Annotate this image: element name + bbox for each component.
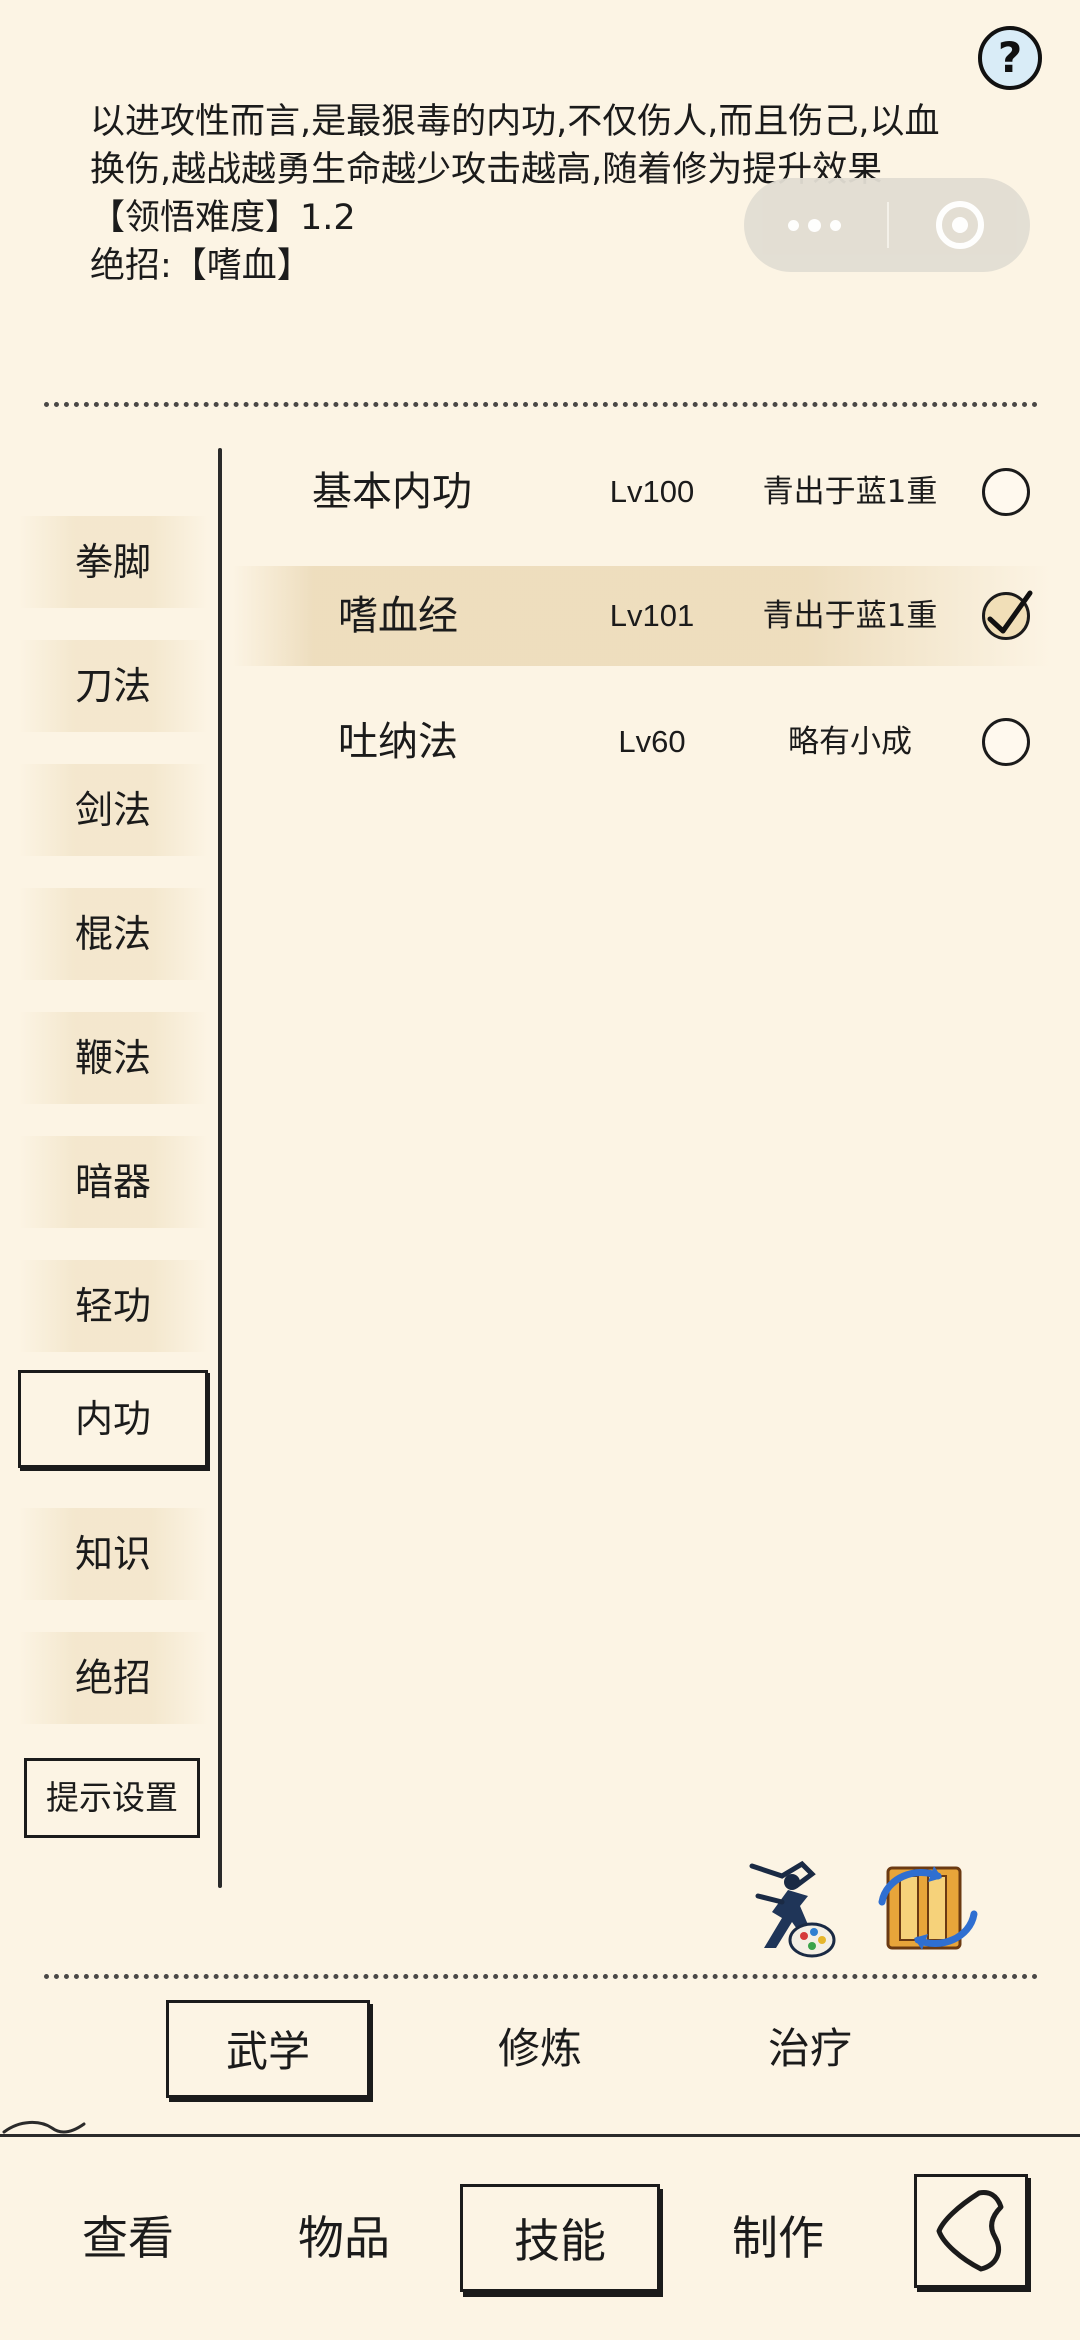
category-bianfa[interactable]: 鞭法 (18, 1012, 208, 1104)
scroll-swap-icon[interactable] (876, 1858, 980, 1958)
skill-name: 吐纳法 (338, 719, 458, 765)
ring-core (952, 217, 968, 233)
sidebar-separator (218, 448, 222, 1888)
mini-program-capsule (744, 178, 1030, 272)
martial-artist-icon[interactable] (742, 1856, 842, 1960)
top-divider (44, 402, 1038, 407)
subtab-zhiliao[interactable]: 治疗 (708, 2000, 912, 2098)
capsule-divider (887, 202, 889, 248)
ultimate-value: 【嗜血】 (171, 246, 312, 286)
subtab-xiulian[interactable]: 修炼 (438, 2000, 642, 2098)
more-dots-icon[interactable] (744, 178, 886, 272)
cloud-ornament (2, 2121, 86, 2134)
tip-settings-button[interactable]: 提示设置 (24, 1758, 200, 1838)
dot (788, 220, 799, 231)
bottom-nav-divider (0, 2134, 1080, 2137)
skill-level: Lv101 (609, 598, 695, 633)
category-jianfa[interactable]: 剑法 (18, 764, 208, 856)
close-target-icon[interactable] (890, 178, 1030, 272)
bottom-divider (44, 1974, 1038, 1979)
difficulty-label: 【领悟难度】 (90, 198, 301, 238)
category-anqi[interactable]: 暗器 (18, 1136, 208, 1228)
category-daofa[interactable]: 刀法 (18, 640, 208, 732)
category-zhishi[interactable]: 知识 (18, 1508, 208, 1600)
skill-rank: 略有小成 (788, 724, 912, 760)
nav-zhizuo[interactable]: 制作 (678, 2184, 878, 2292)
skill-name: 基本内功 (312, 469, 472, 515)
skill-row[interactable]: 吐纳法 Lv60 略有小成 (232, 692, 1052, 792)
dot (808, 219, 821, 232)
category-quanjiao[interactable]: 拳脚 (18, 516, 208, 608)
skill-rank: 青出于蓝1重 (762, 474, 938, 510)
skill-rank: 青出于蓝1重 (762, 598, 938, 634)
subtab-wuxue[interactable]: 武学 (166, 2000, 370, 2098)
nav-wupin[interactable]: 物品 (244, 2184, 444, 2292)
back-arrow-icon[interactable] (914, 2174, 1028, 2288)
nav-jineng[interactable]: 技能 (460, 2184, 660, 2292)
category-gunfa[interactable]: 棍法 (18, 888, 208, 980)
category-sidebar: 拳脚 刀法 剑法 棍法 鞭法 暗器 轻功 内功 知识 绝招 提示设置 (18, 500, 208, 1860)
category-juezhao[interactable]: 绝招 (18, 1632, 208, 1724)
description-line-1: 以进攻性而言,是最狠毒的内功,不仅伤人,而且伤己,以血 (90, 102, 940, 142)
skill-row[interactable]: 基本内功 Lv100 青出于蓝1重 (232, 442, 1052, 542)
select-radio[interactable] (982, 468, 1030, 516)
check-icon (987, 590, 1033, 634)
category-qinggong[interactable]: 轻功 (18, 1260, 208, 1352)
ultimate-label: 绝招: (90, 246, 172, 286)
difficulty-value: 1.2 (300, 198, 356, 238)
select-radio-checked[interactable] (982, 590, 1033, 640)
nav-chakan[interactable]: 查看 (28, 2184, 228, 2292)
skill-name: 嗜血经 (338, 593, 458, 639)
dot (830, 220, 841, 231)
skill-level: Lv60 (618, 724, 686, 759)
question-icon[interactable]: ? (978, 26, 1042, 90)
category-neigong[interactable]: 内功 (18, 1370, 208, 1468)
skill-row-selected[interactable]: 嗜血经 Lv101 青出于蓝1重 (232, 566, 1052, 666)
skill-level: Lv100 (609, 474, 695, 509)
select-radio[interactable] (982, 718, 1030, 766)
